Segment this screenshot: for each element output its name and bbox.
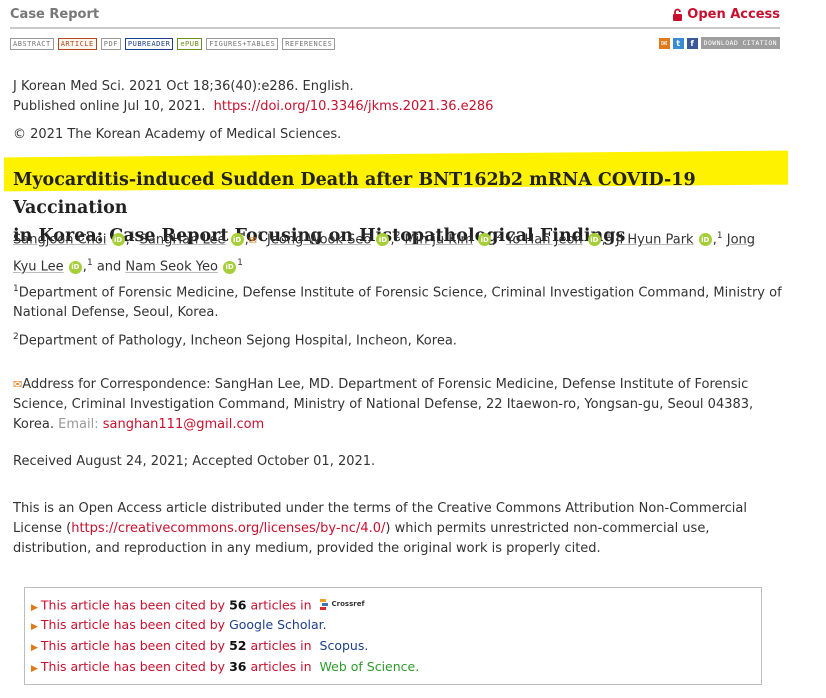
arrow-right-icon: ▶ (31, 643, 38, 653)
author-name[interactable]: Jeong-Wook Seo (267, 232, 371, 247)
copyright: © 2021 The Korean Academy of Medical Sci… (13, 127, 342, 142)
orcid-icon[interactable]: iD (111, 233, 125, 247)
orcid-icon[interactable]: iD (376, 233, 390, 247)
open-access-badge[interactable]: Open Access (672, 7, 780, 22)
scopus-link[interactable]: Scopus. (320, 638, 369, 653)
author-name[interactable]: Nam Seok Yeo (125, 260, 218, 275)
article-type: Case Report (10, 7, 100, 22)
header-divider (10, 27, 780, 29)
tab-article[interactable]: ARTICLE (57, 38, 97, 50)
tab-pdf[interactable]: PDF (100, 38, 121, 50)
author-name[interactable]: Ji Hyun Park (616, 232, 694, 247)
orcid-icon[interactable]: iD (223, 260, 237, 274)
affiliation-1: 1Department of Forensic Medicine, Defens… (13, 284, 782, 321)
envelope-icon[interactable]: ✉ (249, 235, 257, 246)
crossref-label: Crossref (331, 600, 365, 608)
correspondence: ✉Address for Correspondence: SangHan Lee… (13, 375, 783, 435)
license-text: This is an Open Access article distribut… (13, 501, 747, 556)
author-name[interactable]: SangHan Lee (140, 232, 226, 247)
author-affiliation: 1 (129, 231, 136, 241)
author-name[interactable]: Sangjoon Choi (13, 232, 106, 247)
arrow-right-icon: ▶ (31, 664, 38, 674)
author-name[interactable]: Min-ju Kim (405, 232, 474, 247)
orcid-icon[interactable]: iD (230, 233, 244, 247)
cited-google-scholar[interactable]: ▶ This article has been cited by Google S… (31, 616, 327, 634)
author-affiliation: 1 (716, 231, 723, 241)
tab-pubreader[interactable]: PUBREADER (124, 38, 174, 50)
article-header: Case Report Open Access (10, 6, 780, 28)
author-affiliation: 1 (237, 258, 243, 269)
open-lock-icon (673, 8, 683, 21)
cited-web-of-science[interactable]: ▶ This article has been cited by 36 artic… (31, 658, 419, 676)
orcid-icon[interactable]: iD (587, 233, 601, 247)
open-access-label: Open Access (687, 7, 780, 22)
tab-abstract[interactable]: ABSTRACT (10, 38, 54, 50)
author-affiliation: 2 (496, 231, 503, 241)
google-scholar-link[interactable]: Google Scholar. (229, 617, 327, 632)
email-label: Email: (58, 417, 99, 432)
tab-figures-tables[interactable]: FIGURES+TABLES (206, 38, 279, 50)
authors-and: and (96, 259, 122, 275)
share-tools: ✉ t f DOWNLOAD CITATION (658, 37, 780, 49)
crossref-icon (319, 598, 328, 610)
cited-scopus[interactable]: ▶ This article has been cited by 52 artic… (31, 637, 368, 655)
author-affiliation: 1 (605, 231, 612, 241)
doi-link[interactable]: https://doi.org/10.3346/jkms.2021.36.e28… (214, 99, 494, 114)
arrow-right-icon: ▶ (31, 622, 38, 632)
email-share-icon[interactable]: ✉ (658, 37, 670, 49)
orcid-icon[interactable]: iD (478, 233, 492, 247)
orcid-icon[interactable]: iD (698, 233, 712, 247)
tab-references[interactable]: REFERENCES (282, 38, 336, 50)
cited-crossref[interactable]: ▶ This article has been cited by 56 artic… (31, 595, 365, 613)
title-line-1: Myocarditis-induced Sudden Death after B… (13, 170, 696, 218)
orcid-icon[interactable]: iD (68, 260, 82, 274)
received-accepted: Received August 24, 2021; Accepted Octob… (13, 454, 376, 469)
author-list: Sangjoon Choi iD ,1 SangHan Lee iD ,✉1 Jeo… (13, 231, 756, 275)
journal-citation: J Korean Med Sci. 2021 Oct 18;36(40):e28… (13, 79, 354, 94)
author-affiliation: 1 (257, 231, 263, 241)
published-date: Published online Jul 10, 2021. (13, 99, 206, 114)
citation-box: ▶ This article has been cited by 56 artic… (24, 587, 762, 685)
download-citation-button[interactable]: DOWNLOAD CITATION (700, 37, 780, 49)
crossref-logo: Crossref (319, 595, 365, 613)
license-link[interactable]: https://creativecommons.org/licenses/by-… (71, 521, 385, 536)
publication-info: Published online Jul 10, 2021. https://d… (13, 97, 493, 117)
author-name[interactable]: Yo Han Jeon (506, 232, 582, 247)
arrow-right-icon: ▶ (31, 602, 38, 613)
envelope-icon: ✉ (13, 378, 23, 391)
affiliation-2: 2Department of Pathology, Incheon Sejong… (13, 332, 457, 349)
author-affiliation: 2 (394, 231, 401, 241)
email-link[interactable]: sanghan111@gmail.com (103, 417, 265, 432)
article-tabs: ABSTRACT ARTICLE PDF PUBREADER ePUB FIGU… (10, 38, 336, 50)
tab-epub[interactable]: ePUB (177, 38, 203, 50)
author-affiliation: 1 (86, 258, 93, 269)
facebook-icon[interactable]: f (686, 37, 698, 49)
web-of-science-link[interactable]: Web of Science. (320, 659, 420, 674)
twitter-icon[interactable]: t (672, 37, 684, 49)
